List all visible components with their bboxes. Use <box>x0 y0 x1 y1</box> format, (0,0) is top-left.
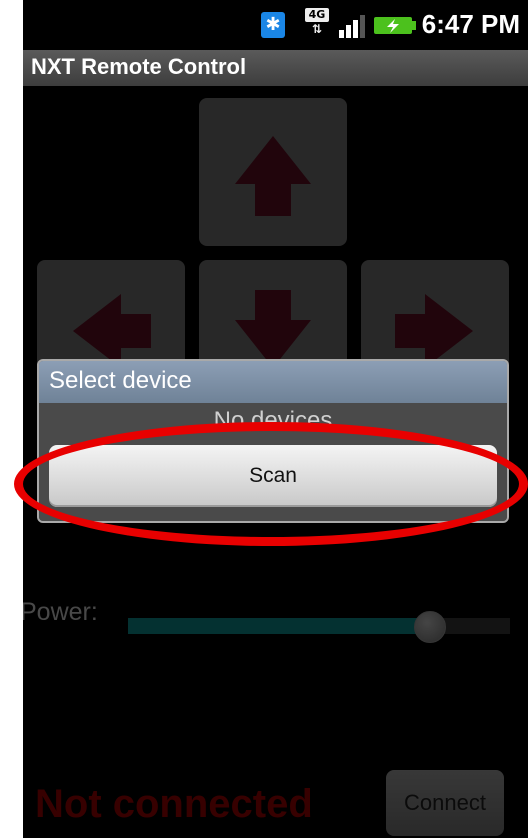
app-title-bar: NXT Remote Control <box>23 50 528 86</box>
clock: 6:47 PM <box>421 9 520 39</box>
arrow-up-icon <box>235 136 311 216</box>
connection-status: Not connected <box>35 782 313 826</box>
dialog-title: Select device <box>49 367 192 394</box>
network-type-icon: 4G ⇅ <box>305 8 329 36</box>
app-title: NXT Remote Control <box>31 54 247 79</box>
signal-strength-icon <box>339 15 365 38</box>
bluetooth-icon: ✱ <box>261 12 285 38</box>
power-slider-thumb[interactable] <box>413 611 446 643</box>
power-slider-fill <box>128 618 430 634</box>
dialog-title-bar: Select device <box>39 361 507 403</box>
connect-button[interactable]: Connect <box>386 770 504 836</box>
scan-button[interactable]: Scan <box>49 445 497 507</box>
power-slider[interactable] <box>128 611 510 643</box>
select-device-dialog: Select device No devices Scan <box>37 359 509 523</box>
forward-button[interactable] <box>199 98 347 246</box>
power-label: Power: <box>23 598 98 626</box>
status-bar: ✱ 4G ⇅ 6:47 PM <box>23 0 528 50</box>
network-type-label: 4G <box>305 8 329 22</box>
phone-screen: ✱ 4G ⇅ 6:47 PM NXT Remote Control Power:… <box>23 0 528 838</box>
battery-charging-icon <box>374 17 416 34</box>
empty-device-list-message: No devices <box>213 407 333 434</box>
